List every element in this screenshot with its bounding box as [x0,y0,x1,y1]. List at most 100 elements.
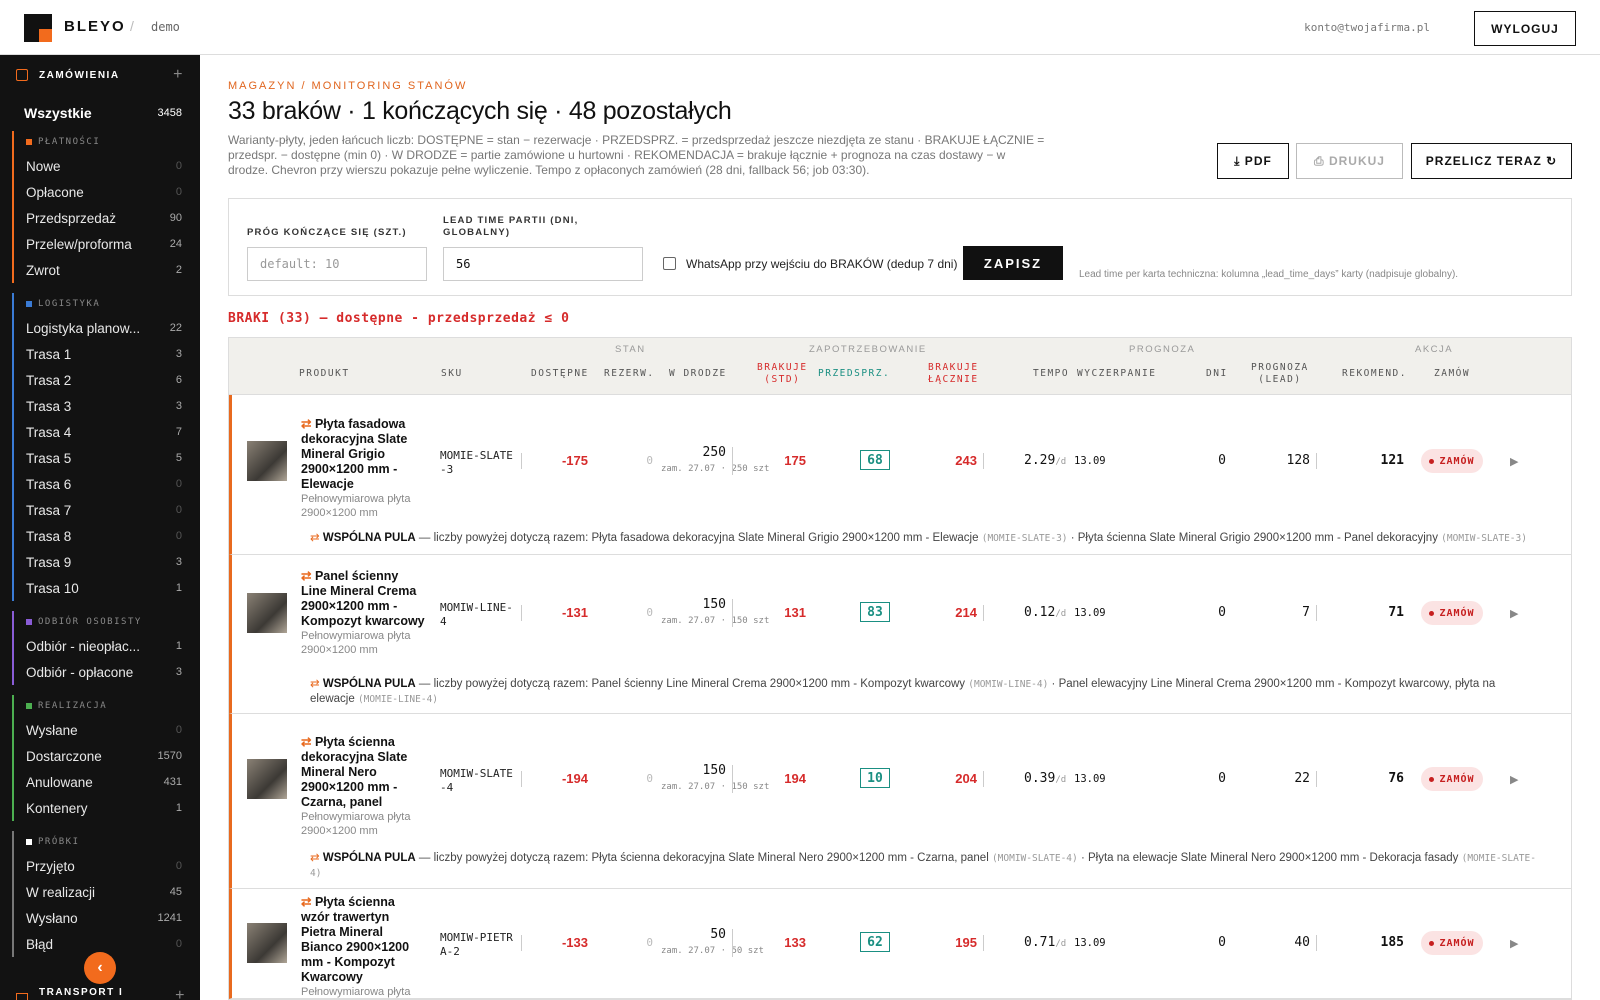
sidebar-item[interactable]: Opłacone 0 [26,179,200,205]
col-exhaustion[interactable]: WYCZERPANIE [1077,368,1156,380]
col-short-std[interactable]: BRAKUJE (STD) [757,362,808,386]
group-color-dot [26,139,32,145]
save-button[interactable]: ZAPISZ [963,246,1063,280]
sidebar-item[interactable]: Trasa 9 3 [26,549,200,575]
sidebar-item[interactable]: Trasa 5 5 [26,445,200,471]
table-row[interactable]: ⇄ Płyta fasadowa dekoracyjna Slate Miner… [229,395,1571,555]
sidebar-item[interactable]: Przedsprzedaż 90 [26,205,200,231]
expand-row-icon[interactable]: ▶ [1510,937,1518,950]
sidebar-item-label: Trasa 3 [26,398,72,414]
product-name[interactable]: ⇄ Płyta ścienna dekoracyjna Slate Minera… [301,735,425,838]
col-presale[interactable]: PRZEDSPRZ. [818,368,890,380]
sidebar-item[interactable]: Logistyka planow... 22 [26,315,200,341]
sidebar-item-label: Trasa 5 [26,450,72,466]
sidebar-item[interactable]: Błąd 0 [26,931,200,957]
col-tempo[interactable]: TEMPO [1033,368,1069,380]
sidebar-item[interactable]: Przyjęto 0 [26,853,200,879]
logout-button[interactable]: WYLOGUJ [1474,11,1576,46]
sidebar-item[interactable]: Anulowane 431 [26,769,200,795]
col-order[interactable]: ZAMÓW [1434,368,1470,380]
presale-badge[interactable]: 83 [860,602,890,622]
column-divider [521,453,522,469]
brand-logo[interactable] [24,14,52,42]
sidebar-item[interactable]: Odbiór - opłacone 3 [26,659,200,685]
sidebar-item[interactable]: Trasa 8 0 [26,523,200,549]
sidebar-item[interactable]: Kontenery 1 [26,795,200,821]
sidebar-item[interactable]: Trasa 4 7 [26,419,200,445]
col-available[interactable]: DOSTĘPNE [531,368,589,380]
reserved-cell: 0 [646,454,653,467]
recalculate-button[interactable]: PRZELICZ TERAZ ↻ [1411,143,1572,179]
shared-pool-code: (MOMIW-SLATE-4) [991,853,1078,864]
sidebar-item[interactable]: Wysłano 1241 [26,905,200,931]
sidebar-item[interactable]: Trasa 7 0 [26,497,200,523]
breadcrumb-separator: / [130,18,134,34]
whatsapp-checkbox[interactable] [663,257,676,270]
sidebar-item-all[interactable]: Wszystkie 3458 [0,95,200,131]
col-in-transit[interactable]: W DRODZE [669,368,727,380]
product-name[interactable]: ⇄ Płyta ścienna wzór trawertyn Pietra Mi… [301,895,425,999]
group-title-text: REALIZACJA [38,701,108,711]
sidebar-item-count: 0 [175,860,182,872]
sidebar-item[interactable]: Dostarczone 1570 [26,743,200,769]
sidebar-item[interactable]: Nowe 0 [26,153,200,179]
sidebar-item[interactable]: Wysłane 0 [26,717,200,743]
pdf-button[interactable]: ⤓ PDF [1217,143,1289,179]
presale-badge[interactable]: 10 [860,768,890,788]
expand-row-icon[interactable]: ▶ [1510,607,1518,620]
column-divider [983,605,984,621]
order-dot-icon [1429,610,1435,616]
presale-badge[interactable]: 68 [860,450,890,470]
sidebar-item[interactable]: Przelew/proforma 24 [26,231,200,257]
sidebar-item-label: Przelew/proforma [26,236,132,252]
col-sku[interactable]: SKU [441,368,463,380]
sidebar-item-label: Trasa 2 [26,372,72,388]
collapse-sidebar-button[interactable]: ‹ [84,952,116,984]
order-button[interactable]: ZAMÓW [1421,601,1483,625]
table-header: STAN ZAPOTRZEBOWANIE PROGNOZA AKCJA PROD… [229,338,1571,395]
expand-row-icon[interactable]: ▶ [1510,455,1518,468]
threshold-input[interactable]: default: 10 [247,247,427,281]
col-short-total[interactable]: BRAKUJE ŁĄCZNIE [928,362,979,386]
table-row[interactable]: ⇄ Płyta ścienna dekoracyjna Slate Minera… [229,714,1571,889]
sidebar-item[interactable]: Odbiór - nieopłac... 1 [26,633,200,659]
sidebar-item-count: 1 [175,640,182,652]
sidebar-item[interactable]: Trasa 1 3 [26,341,200,367]
product-subtitle: Pełnowymiarowa płyta 2900×1200 mm [301,493,411,519]
sidebar-item-count: 45 [169,886,182,898]
sidebar-item[interactable]: Trasa 3 3 [26,393,200,419]
sidebar-item[interactable]: Trasa 10 1 [26,575,200,601]
lead-time-input[interactable]: 56 [443,247,643,281]
print-button[interactable]: ⎙ DRUKUJ [1296,143,1403,179]
table-row[interactable]: ⇄ Płyta ścienna wzór trawertyn Pietra Mi… [229,889,1571,999]
reserved-cell: 0 [646,772,653,785]
group-header-forecast: PROGNOZA [1129,344,1196,355]
page-eyebrow: MAGAZYN / MONITORING STANÓW [228,80,468,92]
breadcrumb-workspace[interactable]: demo [151,20,180,34]
sidebar-groups: PŁATNOŚCI Nowe 0 Opłacone 0 Przedsprzedaż 90 Pr… [0,131,200,957]
order-button[interactable]: ZAMÓW [1421,931,1483,955]
table-row[interactable]: ⇄ Panel ścienny Line Mineral Crema 2900×… [229,555,1571,714]
expand-row-icon[interactable]: ▶ [1510,773,1518,786]
sidebar-section-transport[interactable]: TRANSPORT I + [16,987,186,1000]
col-days[interactable]: DNI [1206,368,1228,380]
order-button[interactable]: ZAMÓW [1421,449,1483,473]
order-button[interactable]: ZAMÓW [1421,767,1483,791]
sidebar-item[interactable]: Trasa 2 6 [26,367,200,393]
transport-icon [16,993,28,1000]
sidebar-section-orders[interactable]: ZAMÓWIENIA + [0,55,200,95]
sidebar-item[interactable]: W realizacji 45 [26,879,200,905]
product-name[interactable]: ⇄ Płyta fasadowa dekoracyjna Slate Miner… [301,417,425,520]
sidebar-item[interactable]: Trasa 6 0 [26,471,200,497]
whatsapp-label[interactable]: WhatsApp przy wejściu do BRAKÓW (dedup 7… [686,257,957,271]
col-forecast[interactable]: PROGNOZA (LEAD) [1251,362,1309,386]
col-product[interactable]: PRODUKT [299,368,350,380]
col-recommended[interactable]: REKOMEND. [1342,368,1407,380]
sidebar-item[interactable]: Zwrot 2 [26,257,200,283]
product-name[interactable]: ⇄ Panel ścienny Line Mineral Crema 2900×… [301,569,425,657]
add-icon[interactable]: + [175,987,186,1000]
page-description: Warianty-płyty, jeden łańcuch liczb: DOS… [228,133,1045,177]
add-icon[interactable]: + [173,66,184,84]
col-reserved[interactable]: REZERW. [604,368,655,380]
presale-badge[interactable]: 62 [860,932,890,952]
